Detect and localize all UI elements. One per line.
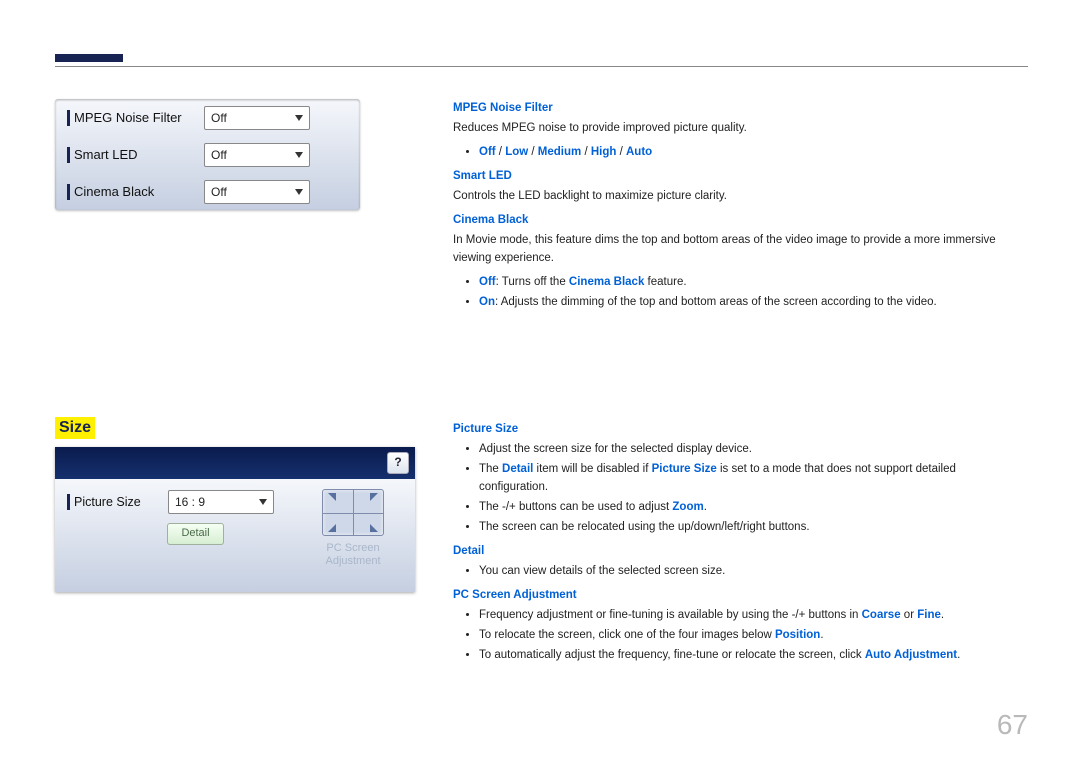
pc-screen-adjustment-label: PC Screen Adjustment — [303, 542, 403, 568]
row-indicator — [67, 147, 70, 163]
position-arrows-icon[interactable] — [322, 489, 384, 536]
chevron-down-icon — [295, 115, 303, 121]
dropdown-smartled[interactable]: Off — [204, 143, 310, 167]
row-picture-size: Picture Size 16 : 9 — [67, 489, 303, 515]
panel-left: Picture Size 16 : 9 Detail — [67, 489, 303, 592]
dropdown-value: 16 : 9 — [175, 495, 205, 509]
panel-right: PC Screen Adjustment — [303, 489, 403, 592]
text-pc-2: To relocate the screen, click one of the… — [479, 626, 1020, 644]
arrow-ne-icon — [370, 493, 378, 501]
arrow-se-icon — [370, 524, 378, 532]
text-ps-4: The screen can be relocated using the up… — [479, 518, 1020, 536]
row-label: MPEG Noise Filter — [74, 110, 204, 125]
heading-smart-led: Smart LED — [453, 167, 1020, 185]
chevron-down-icon — [295, 152, 303, 158]
text-cinema-off: Off: Turns off the Cinema Black feature. — [479, 273, 1020, 291]
description-block-1: MPEG Noise Filter Reduces MPEG noise to … — [453, 99, 1020, 317]
text-mpeg-desc: Reduces MPEG noise to provide improved p… — [453, 119, 1020, 137]
dropdown-value: Off — [211, 185, 227, 199]
dropdown-cinemablack[interactable]: Off — [204, 180, 310, 204]
settings-panel-image-1: MPEG Noise Filter Off Smart LED Off Cine… — [55, 99, 360, 210]
heading-picture-size: Picture Size — [453, 420, 1020, 438]
dropdown-picture-size[interactable]: 16 : 9 — [168, 490, 274, 514]
header-divider — [55, 66, 1028, 67]
text-ps-3: The -/+ buttons can be used to adjust Zo… — [479, 498, 1020, 516]
text-cinema-desc: In Movie mode, this feature dims the top… — [453, 231, 1020, 267]
panel-titlebar: ? — [55, 447, 415, 479]
page: MPEG Noise Filter Off Smart LED Off Cine… — [0, 0, 1080, 763]
row-cinema-black: Cinema Black Off — [55, 173, 360, 210]
panel-body: Picture Size 16 : 9 Detail PC Screen Adj… — [55, 479, 415, 592]
row-indicator — [67, 494, 70, 510]
dropdown-value: Off — [211, 148, 227, 162]
arrow-sw-icon — [328, 524, 336, 532]
heading-mpeg-noise-filter: MPEG Noise Filter — [453, 99, 1020, 117]
heading-pc-screen-adjustment: PC Screen Adjustment — [453, 586, 1020, 604]
text-mpeg-options: Off / Low / Medium / High / Auto — [479, 143, 1020, 161]
text-detail-1: You can view details of the selected scr… — [479, 562, 1020, 580]
text-pc-3: To automatically adjust the frequency, f… — [479, 646, 1020, 664]
chapter-bar — [55, 54, 123, 62]
settings-panel-image-2: ? Picture Size 16 : 9 Detail PC — [55, 447, 415, 592]
text-pc-1: Frequency adjustment or fine-tuning is a… — [479, 606, 1020, 624]
row-label: Smart LED — [74, 147, 204, 162]
text-ps-1: Adjust the screen size for the selected … — [479, 440, 1020, 458]
chevron-down-icon — [259, 499, 267, 505]
row-smart-led: Smart LED Off — [55, 136, 360, 173]
row-indicator — [67, 184, 70, 200]
text-cinema-on: On: Adjusts the dimming of the top and b… — [479, 293, 1020, 311]
row-indicator — [67, 110, 70, 126]
row-label: Cinema Black — [74, 184, 204, 199]
heading-cinema-black: Cinema Black — [453, 211, 1020, 229]
help-icon[interactable]: ? — [387, 452, 409, 474]
dropdown-mpeg[interactable]: Off — [204, 106, 310, 130]
dropdown-value: Off — [211, 111, 227, 125]
heading-detail: Detail — [453, 542, 1020, 560]
page-number: 67 — [997, 709, 1028, 741]
row-mpeg-noise-filter: MPEG Noise Filter Off — [55, 99, 360, 136]
section-heading-size: Size — [55, 417, 95, 439]
chevron-down-icon — [295, 189, 303, 195]
arrow-nw-icon — [328, 493, 336, 501]
detail-button[interactable]: Detail — [167, 523, 224, 545]
row-label: Picture Size — [74, 495, 168, 509]
text-ps-2: The Detail item will be disabled if Pict… — [479, 460, 1020, 496]
description-block-2: Picture Size Adjust the screen size for … — [453, 420, 1020, 670]
text-smartled-desc: Controls the LED backlight to maximize p… — [453, 187, 1020, 205]
